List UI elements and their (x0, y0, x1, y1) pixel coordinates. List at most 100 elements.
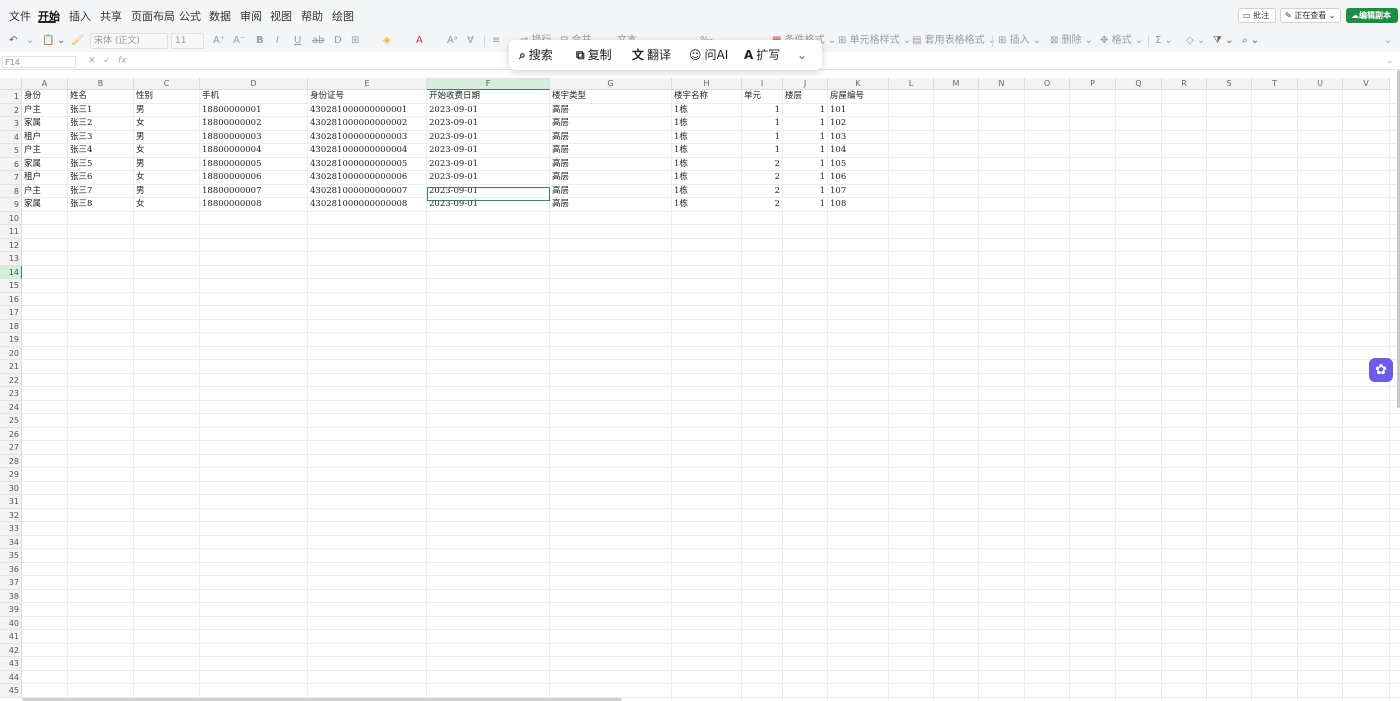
row-header-12[interactable]: 12 (0, 238, 22, 252)
column-header-m[interactable]: M (934, 78, 979, 90)
cancel-icon[interactable]: ✕ (88, 56, 96, 66)
name-box[interactable]: F14 (2, 56, 76, 68)
row-header-4[interactable]: 4 (0, 130, 22, 144)
row-header-39[interactable]: 39 (0, 603, 22, 617)
data-cell[interactable]: 104 (830, 144, 888, 157)
select-all-corner[interactable] (0, 78, 22, 90)
row-header-9[interactable]: 9 (0, 198, 22, 212)
insert-cells-button[interactable]: ⊞ 插入 ⌄ (998, 34, 1041, 48)
data-cell[interactable]: 430281000000000004 (310, 144, 426, 157)
row-header-17[interactable]: 17 (0, 306, 22, 320)
menu-view[interactable]: 视图 (270, 8, 292, 24)
confirm-icon[interactable]: ✓ (103, 56, 111, 66)
find-icon[interactable]: ⌕ ⌄ (1242, 34, 1259, 48)
font-size-select[interactable]: 11 (171, 33, 204, 49)
column-header-g[interactable]: G (550, 78, 672, 90)
data-cell[interactable]: 高层 (552, 117, 671, 130)
column-header-a[interactable]: A (22, 78, 68, 90)
fill-color-icon[interactable]: ◈ (383, 34, 391, 48)
data-cell[interactable]: 女 (136, 171, 199, 184)
data-cell[interactable]: 1 (785, 198, 827, 211)
row-header-38[interactable]: 38 (0, 589, 22, 603)
data-cell[interactable]: 女 (136, 198, 199, 211)
data-cell[interactable]: 108 (830, 198, 888, 211)
column-title-cell[interactable]: 性别 (136, 90, 199, 103)
data-cell[interactable]: 户主 (24, 185, 67, 198)
data-cell[interactable]: 1 (744, 104, 782, 117)
column-header-t[interactable]: T (1252, 78, 1298, 90)
column-header-e[interactable]: E (308, 78, 427, 90)
data-cell[interactable]: 1栋 (674, 131, 741, 144)
data-cell[interactable]: 张三1 (70, 104, 133, 117)
cell-style-button[interactable]: ⊞ 单元格样式 ⌄ (838, 34, 911, 48)
align-icon[interactable]: ≡ (492, 34, 500, 48)
row-header-45[interactable]: 45 (0, 684, 22, 698)
row-header-27[interactable]: 27 (0, 441, 22, 455)
data-cell[interactable]: 18800000005 (202, 158, 307, 171)
data-cell[interactable]: 1 (785, 104, 827, 117)
data-cell[interactable]: 高层 (552, 171, 671, 184)
spreadsheet-grid[interactable]: ABCDEFGHIJKLMNOPQRSTUV 1 2 3 4 5 6 7 8 9 10 11 12 13… (0, 78, 1400, 701)
underline-icon[interactable]: U (294, 34, 301, 48)
row-header-35[interactable]: 35 (0, 549, 22, 563)
data-cell[interactable]: 张三4 (70, 144, 133, 157)
row-header-21[interactable]: 21 (0, 360, 22, 374)
row-header-1[interactable]: 1 (0, 90, 22, 104)
data-cell[interactable]: 18800000001 (202, 104, 307, 117)
column-header-r[interactable]: R (1162, 78, 1207, 90)
menu-help[interactable]: 帮助 (301, 8, 323, 24)
row-header-19[interactable]: 19 (0, 333, 22, 347)
data-cell[interactable]: 女 (136, 117, 199, 130)
data-cell[interactable]: 1栋 (674, 158, 741, 171)
column-title-cell[interactable]: 身份 (24, 90, 67, 103)
column-title-cell[interactable]: 姓名 (70, 90, 133, 103)
undo-dropdown-icon[interactable]: ⌄ (26, 34, 34, 48)
data-cell[interactable]: 18800000003 (202, 131, 307, 144)
selected-cell-f14[interactable] (427, 187, 550, 201)
column-title-cell[interactable]: 身份证号 (310, 90, 426, 103)
data-cell[interactable]: 家属 (24, 198, 67, 211)
data-cell[interactable]: 1 (744, 131, 782, 144)
data-cell[interactable]: 租户 (24, 171, 67, 184)
column-header-d[interactable]: D (200, 78, 308, 90)
data-cell[interactable]: 1栋 (674, 144, 741, 157)
row-header-26[interactable]: 26 (0, 427, 22, 441)
data-cell[interactable]: 户主 (24, 144, 67, 157)
data-cell[interactable]: 高层 (552, 131, 671, 144)
border-style-icon[interactable]: D (334, 34, 342, 48)
increase-font-icon[interactable]: A⁺ (213, 34, 225, 48)
data-cell[interactable]: 1栋 (674, 185, 741, 198)
menu-data[interactable]: 数据 (209, 8, 231, 24)
row-header-15[interactable]: 15 (0, 279, 22, 293)
column-title-cell[interactable]: 开始收费日期 (429, 90, 549, 103)
data-cell[interactable]: 2 (744, 185, 782, 198)
data-cell[interactable]: 430281000000000008 (310, 198, 426, 211)
data-cell[interactable]: 107 (830, 185, 888, 198)
row-header-5[interactable]: 5 (0, 144, 22, 158)
data-cell[interactable]: 2 (744, 171, 782, 184)
paste-icon[interactable]: 📋 (42, 34, 54, 48)
row-header-28[interactable]: 28 (0, 454, 22, 468)
search-button[interactable]: ⌕ 搜索 (519, 46, 553, 64)
delete-cells-button[interactable]: ⊠ 删除 ⌄ (1050, 34, 1093, 48)
data-cell[interactable]: 1 (785, 185, 827, 198)
row-header-3[interactable]: 3 (0, 117, 22, 131)
data-cell[interactable]: 高层 (552, 185, 671, 198)
column-header-u[interactable]: U (1298, 78, 1343, 90)
data-cell[interactable]: 张三7 (70, 185, 133, 198)
column-title-cell[interactable]: 手机 (202, 90, 307, 103)
data-cell[interactable]: 家属 (24, 158, 67, 171)
column-header-c[interactable]: C (134, 78, 200, 90)
data-cell[interactable]: 2023-09-01 (429, 104, 549, 117)
row-header-34[interactable]: 34 (0, 535, 22, 549)
column-header-s[interactable]: S (1207, 78, 1252, 90)
row-header-24[interactable]: 24 (0, 400, 22, 414)
column-title-cell[interactable]: 楼宇类型 (552, 90, 671, 103)
row-header-36[interactable]: 36 (0, 562, 22, 576)
menu-file[interactable]: 文件 (9, 8, 31, 24)
data-cell[interactable]: 2023-09-01 (429, 144, 549, 157)
translate-button[interactable]: 文翻译 (632, 46, 671, 64)
row-header-37[interactable]: 37 (0, 576, 22, 590)
column-header-f[interactable]: F (427, 78, 550, 90)
data-cell[interactable]: 高层 (552, 144, 671, 157)
